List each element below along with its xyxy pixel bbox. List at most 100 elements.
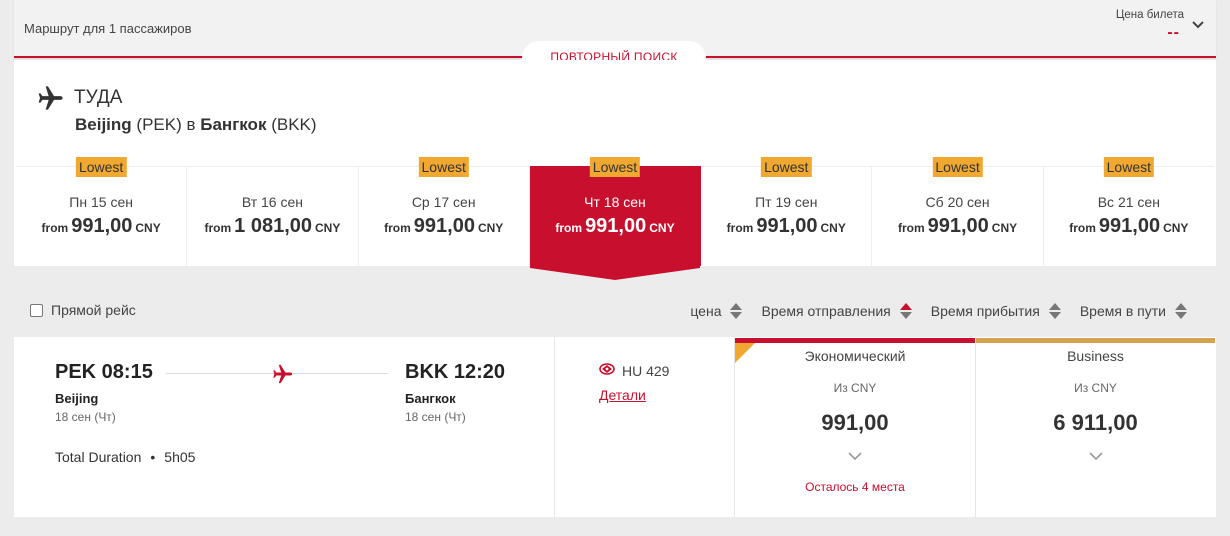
chevron-down-icon[interactable] [1190,16,1206,32]
duration-value: 5h05 [164,449,196,465]
date-label: Вс 21 сен [1097,194,1160,210]
arrival-date: 18 сен (Чт) [405,410,466,424]
cabin-name: Business [1067,348,1124,364]
chevron-down-icon[interactable] [1088,450,1104,462]
plane-icon [273,364,293,384]
sort-by-departure[interactable]: Время отправления [761,302,912,320]
from-text: from [41,221,69,235]
date-option[interactable]: Вт 16 сен from 1 081,00 CNY [187,166,359,266]
date-option[interactable]: Lowest Сб 20 сен from 991,00 CNY [872,157,1044,266]
sort-label: Время в пути [1079,303,1166,319]
sort-by-duration[interactable]: Время в пути [1080,302,1188,320]
arrival-time: BKK 12:20 [405,361,506,383]
sort-options: цена Время отправления Время прибытия Вр… [672,302,1188,320]
fare-currency: CNY [649,221,675,235]
fare-currency: CNY [1163,221,1189,235]
lowest-badge: Lowest [75,157,127,177]
seats-left: Осталось 4 места [805,480,905,494]
date-label: Сб 20 сен [925,194,990,210]
direct-flight-checkbox[interactable] [30,303,43,317]
direct-flight-label: Прямой рейс [51,302,136,318]
fare-amount: 991,00 [1098,215,1161,237]
lowest-badge: Lowest [589,157,641,177]
fare-amount: 991,00 [927,215,989,237]
flight-number: HU 429 [622,363,670,379]
lowest-badge: Lowest [1103,157,1155,177]
chevron-down-icon[interactable] [847,450,863,462]
fare-amount: 991,00 [756,215,818,237]
fare-currency: CNY [820,221,846,235]
sort-arrows-icon [899,303,912,319]
business-fare-card[interactable]: Business Из CNY 6 911,00 [975,337,1215,517]
sort-by-arrival[interactable]: Время прибытия [931,302,1062,320]
departure-time: PEK 08:15 [55,361,153,383]
destination-city: Бангкок [200,115,267,134]
date-option-selected[interactable]: Lowest Чт 18 сен from 991,00 CNY [529,157,702,280]
price-from-label: Из CNY [833,381,877,395]
date-option[interactable]: Lowest Пн 15 сен from 991,00 CNY [16,157,188,266]
date-option[interactable]: Lowest Вс 21 сен from 991,00 CNY [1043,157,1214,266]
duration-label: Total Duration [55,449,142,465]
airline-logo-icon [599,363,615,375]
direction-route: Beijing (PEK) в Бангкок (BKK) [75,115,317,135]
plane-icon [38,86,63,110]
sort-label: Время прибытия [930,303,1040,319]
sort-arrows-icon [730,303,743,319]
date-fare: from 991,00 CNY [701,215,871,238]
date-fare: from 991,00 CNY [872,215,1042,238]
sort-arrows-icon [1175,303,1187,319]
date-fare: from 991,00 CNY [1044,215,1214,238]
date-label: Вт 16 сен [241,194,303,210]
direct-flight-filter[interactable]: Прямой рейс [30,302,136,318]
fare-currency: CNY [477,221,504,235]
from-text: from [897,221,925,235]
route-summary-text: Маршрут для 1 пассажиров [24,21,192,36]
date-fare: from 991,00 CNY [359,215,529,238]
duration-separator: • [150,449,156,465]
date-fare: from 991,00 CNY [16,215,186,238]
route-connector: в [186,115,196,134]
fare-amount: 991,00 [71,215,133,237]
economy-accent-bar [735,338,975,343]
cabin-price: 991,00 [821,410,889,435]
date-option[interactable]: Lowest Пт 19 сен from 991,00 CNY [701,157,873,266]
ticket-price-value: -- [1167,24,1180,41]
from-text: from [1069,221,1096,235]
ticket-price-label: Цена билета [1115,9,1184,21]
sort-label: цена [690,303,722,319]
business-accent-bar [976,338,1215,343]
direction-panel: ТУДА Beijing (PEK) в Бангкок (BKK) Lowes… [14,60,1216,280]
date-label: Чт 18 сен [584,194,646,210]
origin-city: Beijing [75,115,132,134]
arrival-city: Бангкок [405,391,456,406]
fare-currency: CNY [991,221,1018,235]
fare-amount: 991,00 [585,215,647,237]
fare-currency: CNY [315,221,341,235]
date-label: Ср 17 сен [411,194,476,210]
sort-label: Время отправления [761,303,891,319]
lowest-badge: Lowest [418,157,469,177]
direction-title: ТУДА [74,87,123,108]
fare-amount: 991,00 [413,215,475,237]
date-option[interactable]: Lowest Ср 17 сен from 991,00 CNY [358,157,530,266]
fare-currency: CNY [135,221,161,235]
from-text: from [726,221,754,235]
total-duration: Total Duration • 5h05 [55,449,195,465]
selected-date-pointer [529,266,700,280]
origin-code: (PEK) [136,115,182,134]
departure-date: 18 сен (Чт) [55,410,116,424]
economy-fare-card[interactable]: Экономический Из CNY 991,00 Осталось 4 м… [735,337,975,517]
date-fare: from 991,00 CNY [530,215,700,238]
details-link[interactable]: Детали [599,387,646,403]
lowest-badge: Lowest [761,157,812,177]
fare-amount: 1 081,00 [234,215,313,237]
sort-by-price[interactable]: цена [690,302,743,320]
price-from-label: Из CNY [1074,381,1117,395]
date-label: Пн 15 сен [69,194,133,210]
flight-leg: PEK 08:15 Beijing 18 сен (Чт) BKK 12:20 … [14,337,555,517]
from-text: from [384,221,411,235]
sort-arrows-icon [1048,303,1061,319]
flight-result: PEK 08:15 Beijing 18 сен (Чт) BKK 12:20 … [14,337,1216,517]
flight-info: HU 429 Детали [555,337,735,517]
date-fare: from 1 081,00 CNY [187,215,357,238]
